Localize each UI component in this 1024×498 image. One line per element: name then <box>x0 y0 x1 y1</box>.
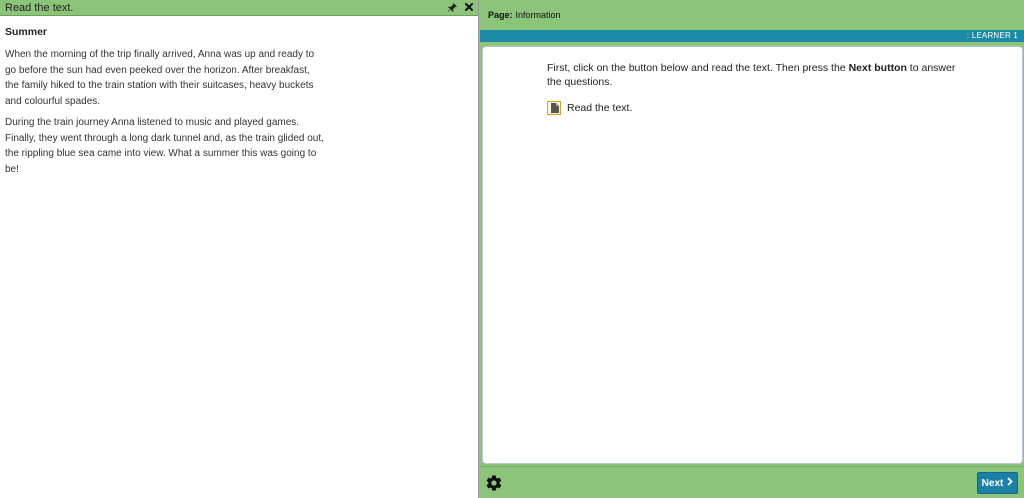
content-area: First, click on the button below and rea… <box>482 46 1023 464</box>
reading-title: Summer <box>5 26 48 38</box>
main-panel: Page: Information : LEARNER 1 First, cli… <box>480 0 1024 498</box>
learner-bar: : LEARNER 1 <box>480 30 1024 42</box>
next-label: Next <box>981 477 1004 489</box>
gear-icon[interactable] <box>485 474 503 492</box>
learner-label: : LEARNER 1 <box>966 31 1018 40</box>
instruction-part: First, click on the button below and rea… <box>547 62 849 74</box>
reading-panel-title: Read the text. <box>5 1 74 14</box>
reading-panel-titlebar: Read the text. <box>0 0 478 16</box>
reading-content: Summer When the morning of the trip fina… <box>0 16 478 193</box>
pin-icon[interactable] <box>447 1 457 13</box>
read-text-label: Read the text. <box>567 102 633 114</box>
reading-panel: Read the text. Summer When the morning o… <box>0 0 479 498</box>
chevron-right-icon <box>1007 477 1014 489</box>
reading-paragraph: During the train journey Anna listened t… <box>5 117 324 175</box>
page-label: Page: <box>488 10 513 20</box>
read-text-button[interactable]: Read the text. <box>547 101 632 115</box>
page-name: Information <box>515 10 561 20</box>
next-button[interactable]: Next <box>977 472 1018 494</box>
instruction-text: First, click on the button below and rea… <box>547 61 967 89</box>
close-icon[interactable] <box>464 1 474 13</box>
reading-paragraph: When the morning of the trip finally arr… <box>5 49 315 107</box>
document-icon <box>547 101 561 115</box>
instruction-bold: Next button <box>848 62 907 74</box>
footer-bar: Next <box>480 466 1024 498</box>
page-header: Page: Information <box>480 0 1024 30</box>
